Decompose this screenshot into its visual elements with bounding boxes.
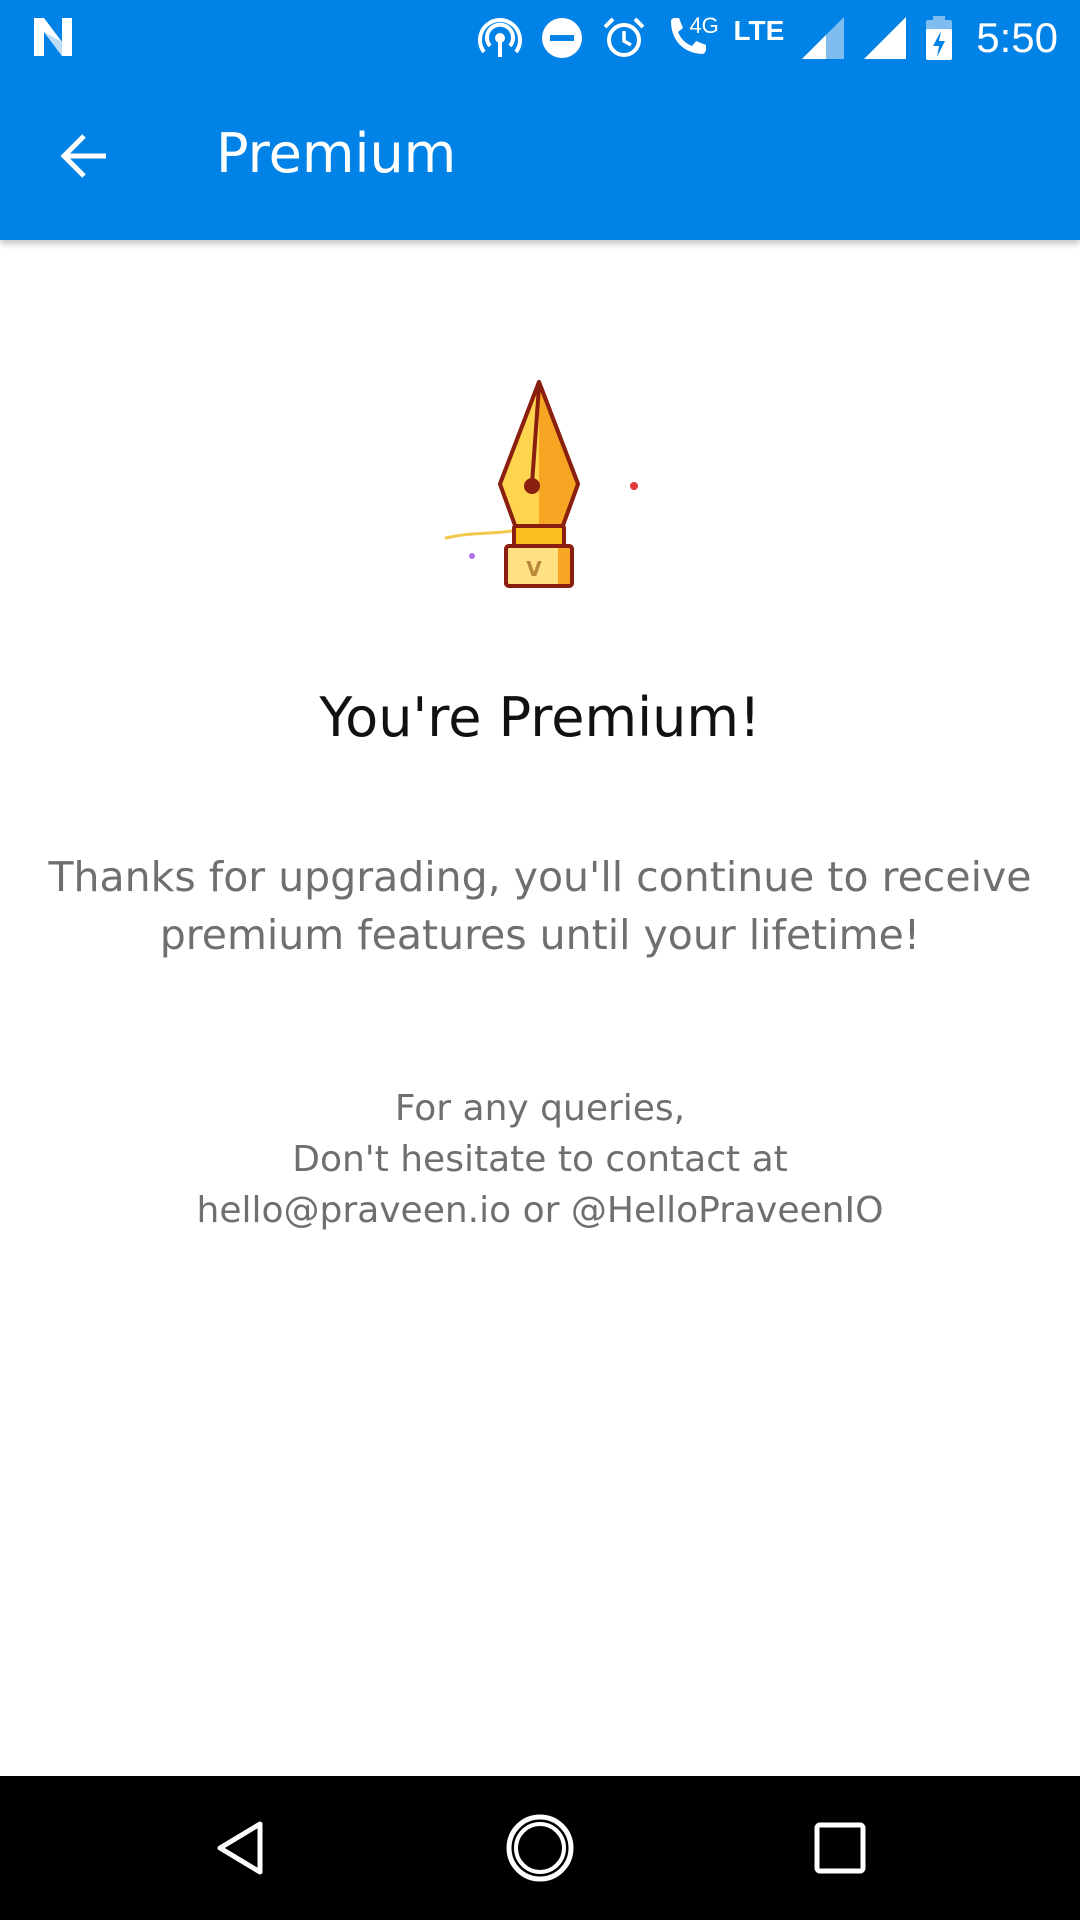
- nav-back-button[interactable]: [198, 1806, 282, 1890]
- thanks-line-2: premium features until your lifetime!: [159, 911, 921, 959]
- premium-screen: 4G LTE 5:50 Premium V You're Premium! Th…: [0, 0, 1080, 1920]
- back-button[interactable]: [48, 120, 120, 192]
- thanks-line-1: Thanks for upgrading, you'll continue to…: [48, 853, 1032, 901]
- do-not-disturb-icon: [539, 15, 585, 61]
- hotspot-icon: [477, 15, 523, 61]
- page-title: Premium: [216, 122, 457, 185]
- alarm-icon: [601, 15, 647, 61]
- app-bar: Premium: [0, 72, 1080, 240]
- arrow-back-icon: [58, 130, 110, 182]
- contact-line-3: hello@praveen.io or @HelloPraveenIO: [40, 1185, 1040, 1236]
- contact-line-1: For any queries,: [394, 1088, 686, 1129]
- notification-n-icon: [30, 14, 76, 60]
- contact-or-text: or: [511, 1190, 571, 1231]
- lte-label: LTE: [733, 15, 785, 46]
- nav-home-button[interactable]: [498, 1806, 582, 1890]
- network-type-label: 4G: [689, 13, 719, 38]
- thanks-message: Thanks for upgrading, you'll continue to…: [40, 848, 1040, 964]
- contact-line-2: Don't hesitate to contact at: [292, 1139, 788, 1180]
- home-circle-icon: [504, 1812, 576, 1884]
- fountain-pen-nib-icon: V: [444, 380, 638, 588]
- nib-letter: V: [526, 557, 542, 581]
- contact-handle-link[interactable]: @HelloPraveenIO: [571, 1190, 884, 1231]
- status-time: 5:50: [976, 14, 1058, 61]
- signal-full-icon: [862, 15, 908, 61]
- battery-charging-icon: [924, 15, 954, 61]
- system-nav-bar: [0, 1776, 1080, 1920]
- contact-info: For any queries, Don't hesitate to conta…: [40, 1083, 1040, 1236]
- signal-icon: [800, 15, 846, 61]
- premium-headline: You're Premium!: [319, 686, 761, 749]
- nav-recents-button[interactable]: [798, 1806, 882, 1890]
- premium-illustration: V: [430, 370, 650, 600]
- recents-square-icon: [812, 1820, 868, 1876]
- back-triangle-icon: [210, 1818, 270, 1878]
- contact-email-link[interactable]: hello@praveen.io: [197, 1190, 512, 1231]
- wifi-calling-icon: 4G: [663, 13, 719, 61]
- status-bar: 4G LTE 5:50: [0, 0, 1080, 72]
